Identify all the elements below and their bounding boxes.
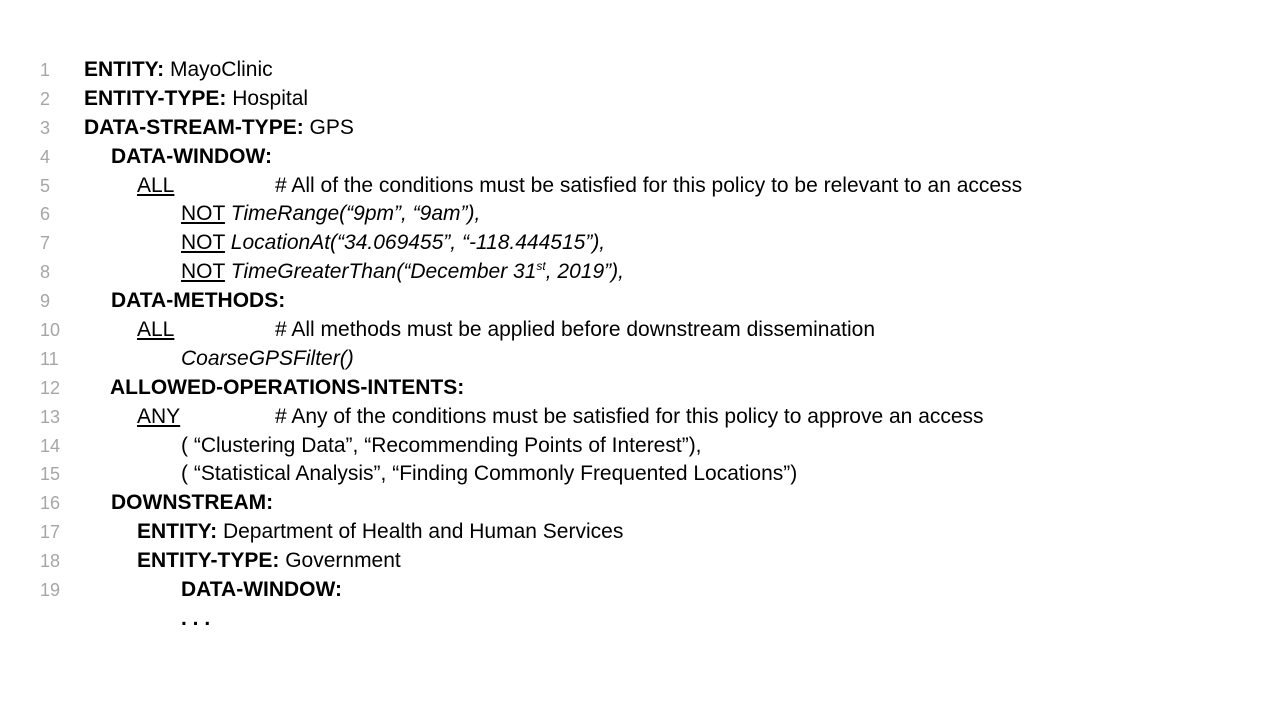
ordinal-suffix: st [536, 259, 546, 274]
field-key: DATA-STREAM-TYPE: [84, 115, 304, 139]
line-number: 5 [40, 175, 51, 196]
code-line-18: 18 ENTITY-TYPE: Government [0, 547, 1280, 576]
negation-keyword: NOT [181, 231, 225, 255]
line-number: 11 [40, 348, 59, 369]
code-line-12: 12 ALLOWED-OPERATIONS-INTENTS: [0, 374, 1280, 403]
line-number: 2 [40, 88, 51, 109]
line-number: 18 [40, 551, 61, 572]
field-key: ENTITY-TYPE: [137, 549, 280, 573]
section-key: DATA-WINDOW: [181, 578, 342, 602]
code-line-9: 9 DATA-METHODS: [0, 287, 1280, 316]
code-line-8: 8 NOT TimeGreaterThan(“December 31st, 20… [0, 258, 1280, 287]
line-number: 4 [40, 146, 51, 167]
field-value: Department of Health and Human Services [222, 520, 624, 544]
code-line-19: 19 DATA-WINDOW: [0, 576, 1280, 605]
field-value: GPS [309, 115, 354, 139]
code-line-7: 7 NOT LocationAt(“34.069455”, “-118.4445… [0, 229, 1280, 258]
code-line-ellipsis: . . . [0, 605, 1280, 634]
condition-expression: LocationAt(“34.069455”, “-118.444515”), [230, 231, 606, 255]
code-line-11: 11 CoarseGPSFilter() [0, 345, 1280, 374]
section-key: DATA-METHODS: [111, 289, 286, 313]
code-line-5: 5 ALL # All of the conditions must be sa… [0, 172, 1280, 201]
line-number: 7 [40, 233, 51, 254]
code-line-15: 15 ( “Statistical Analysis”, “Finding Co… [0, 460, 1280, 489]
line-number: 10 [40, 320, 61, 341]
field-value: Government [285, 549, 401, 573]
ellipsis: . . . [181, 606, 211, 630]
code-comment: # Any of the conditions must be satisfie… [275, 404, 984, 428]
method-expression: CoarseGPSFilter() [181, 346, 354, 370]
code-line-10: 10 ALL # All methods must be applied bef… [0, 316, 1280, 345]
line-number: 3 [40, 117, 51, 138]
policy-document: 1 ENTITY: MayoClinic 2 ENTITY-TYPE: Hosp… [0, 56, 1280, 634]
line-number: 17 [40, 522, 61, 543]
field-key: ENTITY-TYPE: [84, 86, 227, 110]
field-key: ENTITY: [84, 58, 165, 81]
line-number: 13 [40, 406, 61, 427]
intent-tuple: ( “Statistical Analysis”, “Finding Commo… [181, 462, 798, 486]
section-key: DATA-WINDOW: [111, 144, 272, 168]
code-line-17: 17 ENTITY: Department of Health and Huma… [0, 518, 1280, 547]
expression-part: , 2019”), [545, 260, 624, 284]
code-line-1: 1 ENTITY: MayoClinic [0, 56, 1280, 85]
code-line-4: 4 DATA-WINDOW: [0, 143, 1280, 172]
field-key: ENTITY: [137, 520, 218, 544]
code-comment: # All of the conditions must be satisfie… [275, 173, 1023, 197]
condition-expression: TimeRange(“9pm”, “9am”), [230, 202, 481, 226]
line-content: NOT TimeRange(“9pm”, “9am”), [181, 200, 480, 229]
section-key: ALLOWED-OPERATIONS-INTENTS: [110, 375, 465, 399]
line-number: 12 [40, 377, 61, 398]
code-line-13: 13 ANY # Any of the conditions must be s… [0, 403, 1280, 432]
code-line-14: 14 ( “Clustering Data”, “Recommending Po… [0, 432, 1280, 461]
line-content: NOT LocationAt(“34.069455”, “-118.444515… [181, 229, 605, 258]
quantifier-keyword: ALL [137, 173, 175, 197]
line-number: 1 [40, 60, 51, 80]
line-number: 19 [40, 580, 61, 601]
intent-tuple: ( “Clustering Data”, “Recommending Point… [181, 433, 702, 457]
negation-keyword: NOT [181, 260, 225, 284]
code-line-6: 6 NOT TimeRange(“9pm”, “9am”), [0, 200, 1280, 229]
line-number: 6 [40, 204, 51, 225]
line-content: ENTITY: Department of Health and Human S… [137, 518, 623, 547]
code-line-2: 2 ENTITY-TYPE: Hospital [0, 85, 1280, 114]
negation-keyword: NOT [181, 202, 225, 226]
line-content: ENTITY-TYPE: Government [137, 547, 401, 576]
code-comment: # All methods must be applied before dow… [275, 318, 875, 342]
line-content: ENTITY: MayoClinic [84, 56, 273, 85]
field-value: Hospital [232, 86, 309, 110]
quantifier-keyword: ALL [137, 318, 175, 342]
field-value: MayoClinic [169, 58, 273, 81]
line-content: NOT TimeGreaterThan(“December 31st, 2019… [181, 258, 624, 287]
code-line-16: 16 DOWNSTREAM: [0, 489, 1280, 518]
section-key: DOWNSTREAM: [111, 491, 274, 515]
expression-part: TimeGreaterThan(“December 31 [230, 260, 537, 284]
condition-expression: TimeGreaterThan(“December 31st, 2019”), [231, 260, 624, 283]
line-number: 9 [40, 291, 51, 312]
line-number: 8 [40, 262, 51, 283]
line-content: DATA-STREAM-TYPE: GPS [84, 114, 354, 143]
code-line-3: 3 DATA-STREAM-TYPE: GPS [0, 114, 1280, 143]
line-number: 16 [40, 493, 61, 514]
line-number: 15 [40, 464, 61, 485]
quantifier-keyword: ANY [137, 404, 181, 428]
line-content: ENTITY-TYPE: Hospital [84, 85, 308, 114]
line-number: 14 [40, 435, 61, 456]
